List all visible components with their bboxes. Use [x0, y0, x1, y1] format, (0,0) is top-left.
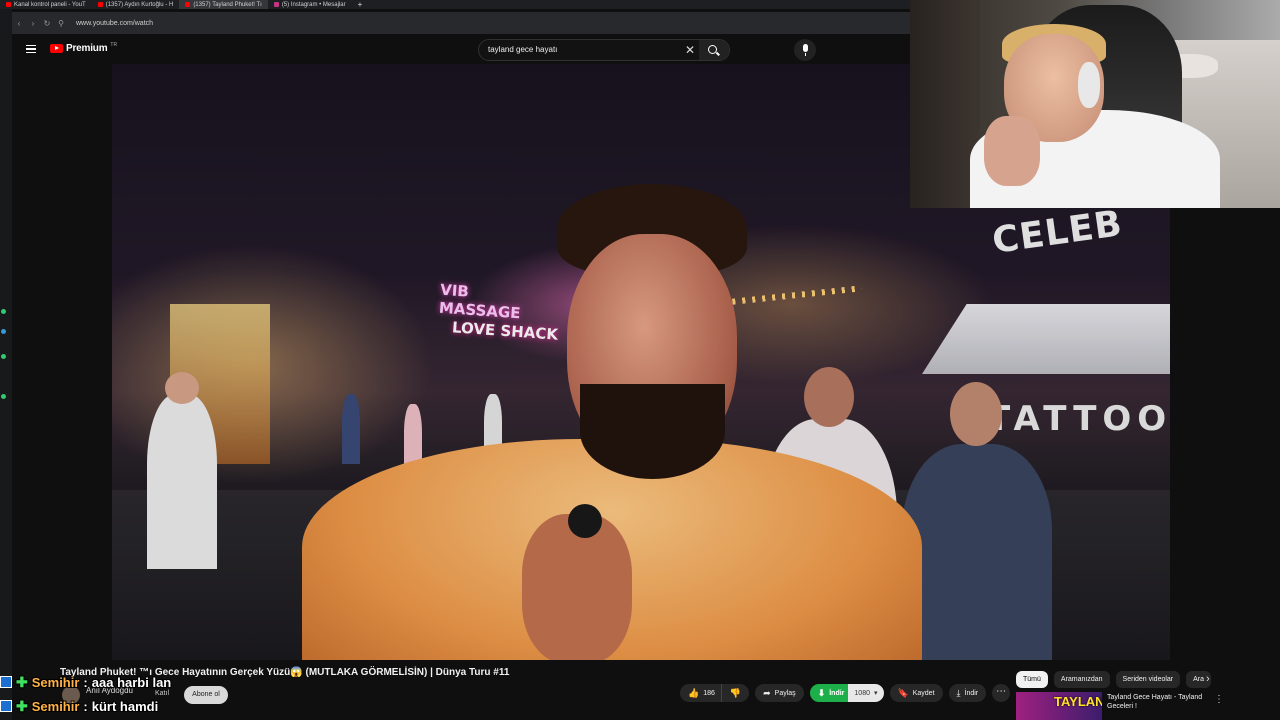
download-label: İndir [964, 689, 979, 697]
recommended-video-thumbnail[interactable]: TAYLAND [1016, 692, 1102, 720]
share-icon: ➦ [763, 687, 771, 698]
chat-badge-icon [0, 676, 12, 688]
chip-all[interactable]: Tümü [1016, 671, 1048, 688]
like-button[interactable]: 👍 186 [680, 684, 721, 702]
browser-tab[interactable]: (1357) Aydın Kurtoğlu - H [92, 0, 180, 9]
chat-separator: : [83, 698, 88, 714]
browser-tab-active[interactable]: (1357) Tayland Phuket! Tı [179, 0, 268, 9]
thumbs-up-icon: 👍 [688, 687, 700, 698]
thumbs-down-icon: 👎 [729, 687, 742, 698]
search-icon [708, 45, 717, 54]
back-icon[interactable]: ‹ [12, 19, 26, 28]
subscriber-plus-icon: ✚ [16, 697, 28, 714]
youtube-favicon-icon [97, 2, 103, 7]
share-button[interactable]: ➦ Paylaş [755, 684, 804, 702]
status-dot-icon [1, 394, 6, 399]
download-quality-select[interactable]: 1080 ▾ [848, 684, 884, 702]
hamburger-menu-icon[interactable] [26, 45, 36, 53]
chevron-right-icon[interactable]: › [1206, 673, 1210, 685]
thumbnail-text: TAYLAND [1054, 694, 1102, 709]
download-extension-button[interactable]: ⬇ İndir [809, 684, 849, 702]
save-button[interactable]: 🔖 Kaydet [889, 684, 943, 702]
chat-username: Semihir [31, 674, 80, 690]
url-text[interactable]: www.youtube.com/watch [76, 20, 153, 27]
clear-search-icon[interactable]: ✕ [685, 43, 695, 57]
instagram-favicon-icon [273, 2, 279, 7]
webcam-streamer-hand [984, 116, 1040, 186]
video-actions: 👍 186 👎 ➦ Paylaş ⬇ İndir 1080 ▾ 🔖 Kaydet ⤓ İnd… [680, 684, 1011, 702]
status-dot-icon [1, 329, 6, 334]
share-label: Paylaş [774, 689, 796, 697]
left-toolbar [0, 9, 12, 720]
forward-icon[interactable]: › [26, 19, 40, 28]
logo-country: TR [110, 41, 118, 48]
stream-chat-overlay: ✚ Semihir : aaa harbi lan ✚ Semihir : kü… [0, 670, 171, 718]
youtube-header: Premium TR tayland gece hayatı ✕ [12, 36, 910, 64]
subscribe-button[interactable]: Abone ol [184, 686, 228, 704]
search-box[interactable]: tayland gece hayatı ✕ [478, 39, 730, 61]
webcam-overlay [910, 0, 1280, 208]
subscriber-plus-icon: ✚ [16, 673, 28, 690]
download-arrow-icon: ⬇ [817, 687, 826, 698]
status-dot-icon [1, 309, 6, 314]
like-count: 186 [703, 689, 715, 697]
browser-tab[interactable]: (5) Instagram • Mesajlar [268, 0, 352, 9]
youtube-favicon-icon [185, 2, 191, 7]
recommended-video-title[interactable]: Tayland Gece Hayatı - Tayland Geceleri ! [1107, 693, 1207, 711]
browser-tab[interactable]: Kanal kontrol paneli - YouT [0, 0, 92, 9]
more-options-icon[interactable]: ⋯ [992, 684, 1011, 702]
download-quality-value: 1080 [854, 689, 870, 697]
status-dot-icon [1, 354, 6, 359]
download-icon: ⤓ [956, 687, 961, 698]
youtube-logo[interactable]: Premium TR [50, 41, 118, 54]
recommended-more-icon[interactable]: ⋮ [1214, 694, 1224, 705]
chat-separator: : [83, 674, 88, 690]
new-tab-button[interactable]: + [352, 0, 369, 9]
chevron-down-icon: ▾ [873, 690, 878, 697]
search-input[interactable]: tayland gece hayatı [488, 45, 557, 54]
browser-tab-bar: Kanal kontrol paneli - YouT (1357) Aydın… [0, 0, 910, 9]
search-button[interactable] [699, 40, 729, 60]
reload-icon[interactable]: ↻ [40, 19, 54, 28]
address-bar: ‹ › ↻ ⚲ www.youtube.com/watch [12, 12, 910, 34]
download-button[interactable]: ⤓ İndir [948, 684, 987, 702]
chat-message: ✚ Semihir : aaa harbi lan [0, 670, 171, 694]
youtube-play-icon [50, 44, 63, 53]
chat-username: Semihir [31, 698, 80, 714]
save-label: Kaydet [912, 689, 935, 697]
chat-badge-icon [0, 700, 12, 712]
site-info-icon[interactable]: ⚲ [54, 19, 68, 28]
download-extension-label: İndir [829, 689, 845, 697]
youtube-favicon-icon [6, 2, 11, 7]
voice-search-icon[interactable] [794, 39, 816, 61]
logo-text: Premium [66, 43, 108, 54]
chat-message: ✚ Semihir : kürt hamdi [0, 694, 171, 718]
chip-series-videos[interactable]: Seriden videolar [1115, 671, 1181, 688]
chat-text: kürt hamdi [91, 698, 159, 714]
bookmark-icon: 🔖 [897, 687, 909, 698]
chip-from-search[interactable]: Aramanızdan [1053, 671, 1110, 688]
headset-icon [1078, 62, 1100, 108]
dislike-button[interactable]: 👎 [720, 684, 750, 702]
filter-chips: Tümü Aramanızdan Seriden videolar Ara [1016, 671, 1212, 688]
chat-text: aaa harbi lan [91, 674, 172, 690]
